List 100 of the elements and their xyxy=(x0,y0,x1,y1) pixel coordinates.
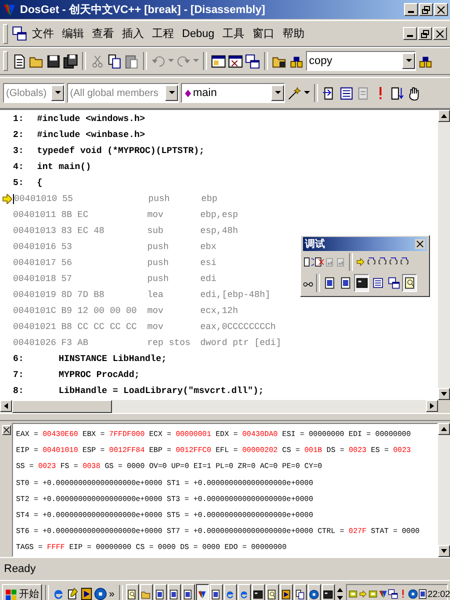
window-icon[interactable] xyxy=(228,54,243,68)
dropdown-arrow-icon xyxy=(274,91,280,95)
copy-icon[interactable] xyxy=(107,54,122,68)
scroll-arrows[interactable] xyxy=(336,588,344,600)
line-number: 3: xyxy=(13,146,25,156)
restore-button[interactable] xyxy=(419,3,433,16)
tray-icon[interactable] xyxy=(348,588,358,600)
class-combo[interactable]: (Globals) xyxy=(3,83,65,103)
terminal-icon xyxy=(253,588,264,600)
tray-icon[interactable] xyxy=(368,588,378,600)
operands: eax,0CCCCCCCCh xyxy=(200,322,276,332)
members-combo[interactable]: (All global members xyxy=(67,83,179,103)
undo-icon[interactable] xyxy=(151,54,166,68)
mnemonic: mov xyxy=(147,322,164,332)
close-button[interactable] xyxy=(415,239,425,249)
menu-item[interactable]: 文件 xyxy=(29,26,57,41)
opcode-bytes: 8D 7D B8 xyxy=(61,290,106,300)
menu-item[interactable]: 查看 xyxy=(89,26,117,41)
windows-icon[interactable] xyxy=(245,54,260,68)
line-number: 5: xyxy=(13,178,25,188)
vertical-scrollbar[interactable] xyxy=(438,423,450,557)
mnemonic: sub xyxy=(147,226,164,236)
debug-window-button[interactable] xyxy=(386,274,401,292)
list-icon[interactable] xyxy=(339,86,354,100)
start-button[interactable]: 开始 xyxy=(2,584,42,600)
function-combo[interactable]: main xyxy=(181,83,285,103)
close-icon xyxy=(416,240,424,248)
menu-item[interactable]: 工具 xyxy=(219,26,248,41)
menu-item[interactable]: 工程 xyxy=(149,26,177,41)
address: 00401026 xyxy=(13,338,56,348)
toolbar-title: 调试 xyxy=(305,238,325,251)
source-line: { xyxy=(37,178,42,188)
vertical-scrollbar[interactable] xyxy=(438,110,450,400)
debug-window-button[interactable] xyxy=(354,274,369,292)
close-button[interactable] xyxy=(2,425,11,435)
clock: 22:02 xyxy=(428,589,450,599)
restore-button[interactable] xyxy=(418,27,432,40)
current-line-arrow-icon xyxy=(2,194,12,204)
e-icon[interactable] xyxy=(52,587,65,600)
copy-icon xyxy=(295,588,306,600)
restart-icon[interactable] xyxy=(303,255,314,269)
mnemonic: lea xyxy=(147,290,164,300)
search-icon xyxy=(127,588,138,600)
up-arrow-icon xyxy=(441,427,447,431)
redo-icon[interactable] xyxy=(176,54,191,68)
wand-icon[interactable] xyxy=(287,86,302,100)
close-icon xyxy=(436,30,444,38)
play-icon[interactable] xyxy=(80,587,93,600)
windows-icon[interactable] xyxy=(388,588,398,600)
debug-window-button[interactable] xyxy=(338,274,353,292)
mnemonic: mov xyxy=(147,210,164,220)
page-icon[interactable] xyxy=(12,54,27,68)
operands: dword ptr [edi] xyxy=(200,338,282,348)
source-line: #include <winbase.h> xyxy=(37,130,146,140)
horizontal-scrollbar[interactable] xyxy=(0,400,438,413)
stop-icon[interactable] xyxy=(314,255,325,269)
list-icon xyxy=(372,276,384,290)
more-chevron[interactable]: » xyxy=(108,588,116,600)
menu-item[interactable]: Debug xyxy=(179,28,218,40)
list-arrow-icon[interactable] xyxy=(390,86,405,100)
splitter-bar[interactable] xyxy=(0,413,450,421)
opcode-bytes: B9 12 00 00 00 xyxy=(61,306,138,316)
opcode-bytes: 57 xyxy=(61,274,74,284)
window-icon[interactable] xyxy=(211,54,226,68)
menu-item[interactable]: 插入 xyxy=(119,26,147,41)
address: 00401013 xyxy=(13,226,56,236)
arrow-icon[interactable] xyxy=(355,255,366,269)
menu-item[interactable]: 窗口 xyxy=(249,26,278,41)
play-icon xyxy=(281,588,292,600)
line-number: 6: xyxy=(13,354,25,364)
colorful-icon xyxy=(197,588,208,600)
debug-window-button[interactable] xyxy=(322,274,337,292)
minimize-button[interactable] xyxy=(403,27,417,40)
toolbar-grip[interactable] xyxy=(3,24,8,44)
down-arrow-icon xyxy=(441,549,447,553)
notepad-icon[interactable] xyxy=(66,587,79,600)
debug-window-button[interactable] xyxy=(402,274,417,292)
minimize-button[interactable] xyxy=(404,3,418,16)
menu-item[interactable]: 帮助 xyxy=(279,26,308,41)
clipboard-icon[interactable] xyxy=(124,54,139,68)
dropdown-arrow-icon xyxy=(168,91,174,95)
find-combo[interactable]: copy xyxy=(306,51,416,71)
restore-icon xyxy=(422,6,430,14)
address: 00401021 xyxy=(13,322,56,332)
colorful-icon[interactable] xyxy=(378,588,388,600)
disks-icon[interactable] xyxy=(63,54,78,68)
dropdown-arrow-icon xyxy=(54,91,60,95)
close-icon xyxy=(437,6,445,14)
caret-icon[interactable] xyxy=(304,91,310,95)
down-arrow-icon xyxy=(337,596,344,600)
address: 00401018 xyxy=(13,274,56,284)
address: 00401011 xyxy=(13,210,56,220)
menu-item[interactable]: 编辑 xyxy=(59,26,87,41)
taskbar-button[interactable] xyxy=(196,584,209,600)
opcode-bytes: 83 EC 48 xyxy=(61,226,106,236)
restore-icon xyxy=(421,30,429,38)
arrow-icon[interactable] xyxy=(358,588,368,600)
operands: ebp xyxy=(201,194,218,204)
toolbar-grip[interactable] xyxy=(3,51,8,71)
opcode-bytes: 56 xyxy=(61,258,74,268)
